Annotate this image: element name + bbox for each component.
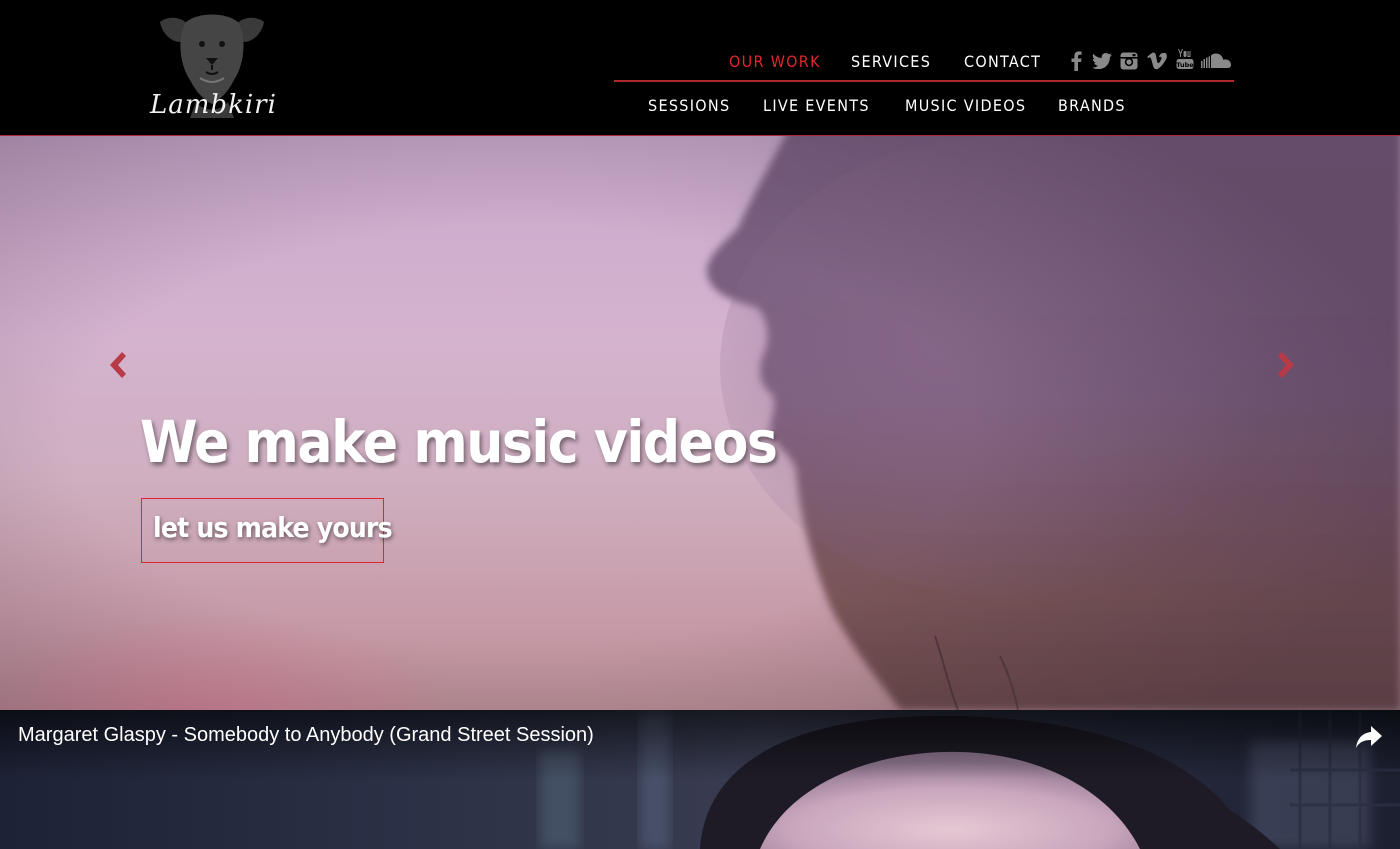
twitter-icon[interactable] xyxy=(1090,50,1114,72)
cta-button[interactable]: let us make yours xyxy=(141,498,393,563)
svg-text:Tube: Tube xyxy=(1176,61,1194,69)
nav-item-live-events[interactable]: LIVE EVENTS xyxy=(763,96,870,115)
site-logo[interactable]: Lambkiri xyxy=(146,12,277,122)
hero-headline: We make music videos xyxy=(140,408,778,476)
site-header: Lambkiri OUR WORK SERVICES CONTACT Tube xyxy=(0,0,1400,136)
youtube-icon[interactable]: Tube xyxy=(1173,48,1197,70)
nav-item-brands[interactable]: BRANDS xyxy=(1058,96,1126,115)
facebook-icon[interactable] xyxy=(1064,50,1088,72)
vimeo-icon[interactable] xyxy=(1145,50,1169,72)
nav-item-contact[interactable]: CONTACT xyxy=(964,52,1041,71)
instagram-icon[interactable] xyxy=(1117,50,1141,72)
nav-item-services[interactable]: SERVICES xyxy=(851,52,931,71)
video-player[interactable]: Margaret Glaspy - Somebody to Anybody (G… xyxy=(0,710,1400,849)
logo-wordmark: Lambkiri xyxy=(150,90,277,120)
nav-item-our-work[interactable]: OUR WORK xyxy=(729,52,821,71)
nav-item-music-videos[interactable]: MUSIC VIDEOS xyxy=(905,96,1026,115)
video-title[interactable]: Margaret Glaspy - Somebody to Anybody (G… xyxy=(18,724,594,747)
soundcloud-icon[interactable] xyxy=(1200,50,1234,72)
chevron-left-icon[interactable] xyxy=(102,348,132,382)
nav-item-sessions[interactable]: SESSIONS xyxy=(648,96,730,115)
share-icon[interactable] xyxy=(1354,724,1384,750)
primary-nav: OUR WORK SERVICES CONTACT Tube xyxy=(614,44,1234,82)
hero-slider: We make music videos let us make yours xyxy=(0,136,1400,710)
secondary-nav: SESSIONS LIVE EVENTS MUSIC VIDEOS BRANDS xyxy=(614,88,1234,122)
chevron-right-icon[interactable] xyxy=(1272,348,1302,382)
cta-label: let us make yours xyxy=(153,511,393,544)
